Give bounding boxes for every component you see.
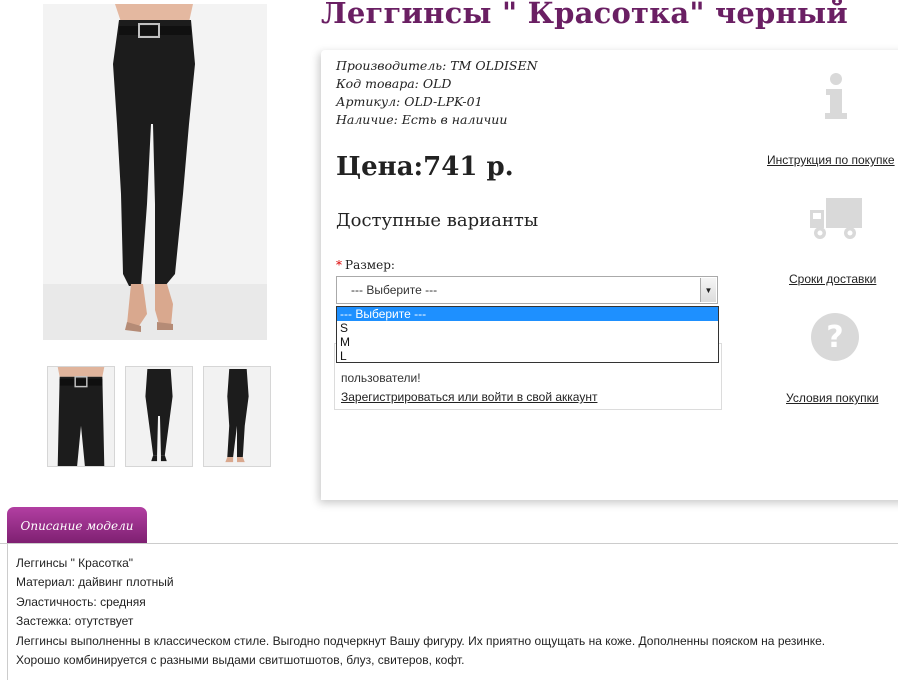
product-main-image[interactable]	[43, 4, 267, 340]
info-icon[interactable]	[820, 72, 852, 125]
instructions-link[interactable]: Инструкция по покупке	[767, 153, 895, 167]
size-label-text: Размер:	[345, 258, 395, 272]
delivery-terms-link[interactable]: Сроки доставки	[789, 272, 876, 286]
product-price: Цена:741 р.	[336, 152, 514, 182]
description-line: Материал: дайвинг плотный	[16, 575, 174, 590]
thumbnail-2[interactable]	[125, 366, 193, 467]
size-option[interactable]: L	[337, 349, 718, 363]
size-select-value: --- Выберите ---	[351, 283, 438, 297]
spec-value: Есть в наличии	[401, 112, 508, 127]
help-question-icon[interactable]: ?	[810, 312, 860, 367]
spec-row-availability: Наличие: Есть в наличии	[336, 111, 538, 129]
chevron-down-icon[interactable]: ▼	[700, 278, 716, 302]
thumbnail-3[interactable]	[203, 366, 271, 467]
spec-label: Производитель:	[336, 58, 447, 73]
svg-text:?: ?	[826, 320, 843, 355]
spec-value: TM OLDISEN	[450, 58, 538, 73]
description-border	[7, 543, 8, 680]
thumbnail-1[interactable]	[47, 366, 115, 467]
spec-value: OLD-LPK-01	[404, 94, 483, 109]
tab-description[interactable]: Описание модели	[7, 507, 147, 544]
description-line: Леггинсы выполненны в классическом стиле…	[16, 633, 826, 648]
description-divider	[0, 543, 898, 544]
spec-value: OLD	[422, 76, 452, 91]
product-description: Леггинсы " Красотка" Материал: дайвинг п…	[16, 554, 825, 670]
spec-label: Код товара:	[336, 76, 419, 91]
login-register-link[interactable]: Зарегистрироваться или войти в свой акка…	[341, 390, 597, 404]
delivery-truck-icon[interactable]	[808, 196, 864, 247]
spec-label: Артикул:	[336, 94, 401, 109]
product-title: Леггинсы " Красотка" черный	[321, 0, 848, 30]
description-line: Леггинсы " Красотка"	[16, 556, 134, 570]
description-line: Хорошо комбинируется с разными выдами св…	[16, 653, 465, 668]
spec-row-manufacturer: Производитель: TM OLDISEN	[336, 57, 538, 75]
size-option[interactable]: S	[337, 321, 718, 335]
required-mark: *	[336, 258, 342, 272]
spec-row-sku: Артикул: OLD-LPK-01	[336, 93, 538, 111]
size-label: * Размер:	[336, 258, 395, 272]
spec-label: Наличие:	[336, 112, 398, 127]
size-option[interactable]: --- Выберите ---	[337, 307, 718, 321]
size-option[interactable]: M	[337, 335, 718, 349]
size-select[interactable]: --- Выберите --- ▼	[336, 276, 718, 304]
login-notice-text: пользователи!	[341, 371, 421, 385]
variants-heading: Доступные варианты	[336, 210, 539, 231]
purchase-terms-link[interactable]: Условия покупки	[786, 391, 879, 405]
size-dropdown-list[interactable]: --- Выберите --- S M L	[336, 306, 719, 363]
description-line: Эластичность: средняя	[16, 594, 146, 609]
description-line: Застежка: отутствует	[16, 614, 134, 629]
spec-row-code: Код товара: OLD	[336, 75, 538, 93]
product-specs: Производитель: TM OLDISEN Код товара: OL…	[336, 57, 538, 129]
